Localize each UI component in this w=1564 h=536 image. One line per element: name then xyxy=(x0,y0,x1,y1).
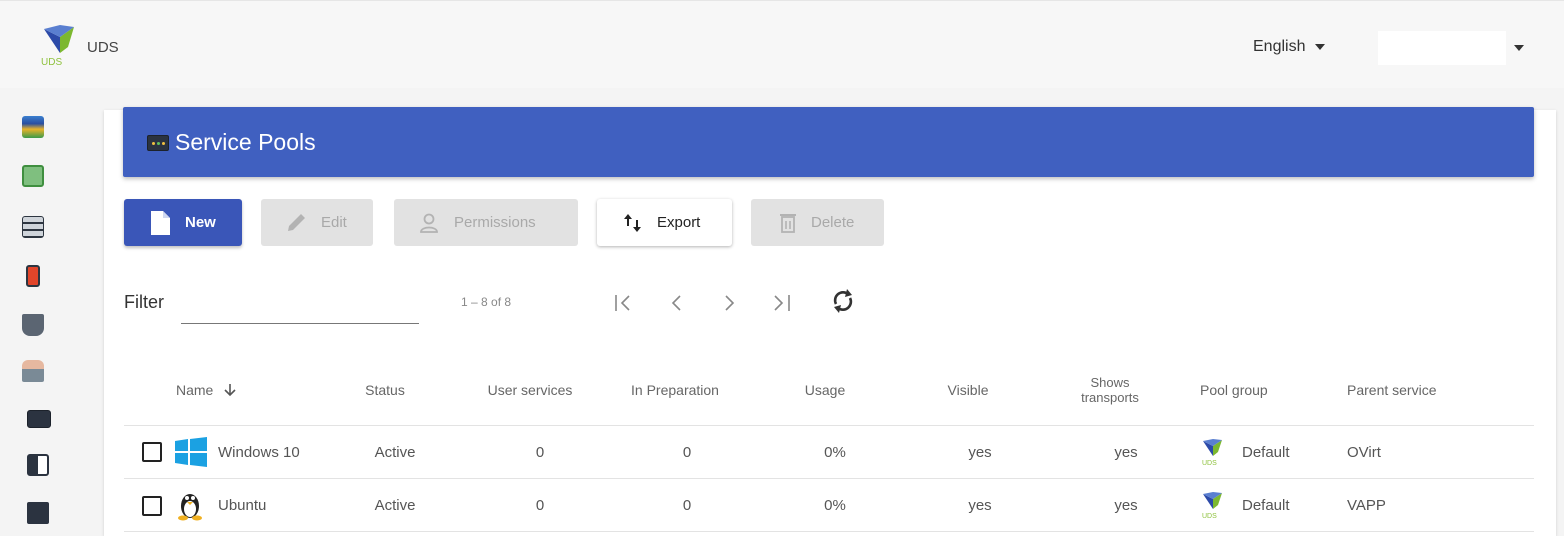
cell-visible: yes xyxy=(968,496,992,514)
trash-icon xyxy=(780,213,796,233)
column-header-parent-service[interactable]: Parent service xyxy=(1347,370,1467,410)
column-header-status-label: Status xyxy=(365,382,405,398)
column-header-usage-label: Usage xyxy=(804,382,846,398)
language-label: English xyxy=(1253,38,1306,55)
column-header-in-preparation[interactable]: In Preparation xyxy=(615,370,735,410)
filter-label: Filter xyxy=(124,292,164,312)
authenticator-icon[interactable] xyxy=(26,265,40,287)
page-title: Service Pools xyxy=(175,129,316,155)
cell-shows-transports: yes xyxy=(1114,496,1138,514)
sort-arrows-icon xyxy=(624,213,641,232)
cell-name[interactable]: Windows 10 xyxy=(218,440,300,464)
column-header-visible[interactable]: Visible xyxy=(930,370,1006,410)
gallery-icon[interactable] xyxy=(22,360,44,382)
column-header-in-preparation-label: In Preparation xyxy=(631,382,719,398)
dashboard-icon[interactable] xyxy=(22,116,44,138)
uds-logo[interactable]: UDS xyxy=(38,23,80,69)
row-checkbox[interactable] xyxy=(142,442,162,462)
column-header-name[interactable]: Name xyxy=(176,370,266,410)
cell-usage: 0% xyxy=(824,496,846,514)
next-page-icon[interactable] xyxy=(714,290,744,316)
windows-icon xyxy=(175,437,207,467)
layout-icon[interactable] xyxy=(27,454,49,476)
user-menu[interactable] xyxy=(1378,31,1528,65)
user-name-field xyxy=(1378,31,1506,65)
person-icon xyxy=(420,213,438,233)
cell-name[interactable]: Ubuntu xyxy=(218,493,266,517)
first-page-icon[interactable] xyxy=(610,290,640,316)
column-header-user-services-label: User services xyxy=(487,382,573,398)
previous-page-icon[interactable] xyxy=(662,290,692,316)
cell-visible: yes xyxy=(968,443,992,461)
edit-button-label: Edit xyxy=(321,214,347,231)
column-header-usage[interactable]: Usage xyxy=(790,370,860,410)
service-pools-icon xyxy=(147,135,169,151)
caret-down-icon xyxy=(1514,45,1524,51)
page-header: Service Pools xyxy=(123,107,1534,177)
folder-icon[interactable] xyxy=(27,502,49,524)
new-button-label: New xyxy=(185,214,216,231)
column-header-name-label: Name xyxy=(176,382,214,398)
language-dropdown[interactable]: English xyxy=(1253,38,1326,56)
arrow-down-icon xyxy=(224,384,236,397)
refresh-icon[interactable] xyxy=(830,288,856,314)
column-header-parent-service-label: Parent service xyxy=(1347,382,1437,398)
cell-in-preparation: 0 xyxy=(682,443,692,461)
export-button[interactable]: Export xyxy=(597,199,732,246)
service-pools-icon[interactable] xyxy=(27,410,51,428)
export-button-label: Export xyxy=(657,214,701,231)
uds-logo-icon: UDS xyxy=(1202,492,1222,519)
permissions-button[interactable]: Permissions xyxy=(394,199,578,246)
pagination-range: 1 – 8 of 8 xyxy=(461,295,512,309)
sidebar xyxy=(0,88,72,536)
column-header-pool-group[interactable]: Pool group xyxy=(1200,370,1300,410)
table-divider xyxy=(124,425,1534,426)
cell-parent-service: VAPP xyxy=(1347,496,1386,514)
cell-user-services: 0 xyxy=(535,443,545,461)
delete-button-label: Delete xyxy=(811,214,855,231)
cell-shows-transports: yes xyxy=(1114,443,1138,461)
last-page-icon[interactable] xyxy=(766,290,796,316)
storage-icon[interactable] xyxy=(22,216,44,238)
cell-usage: 0% xyxy=(824,443,846,461)
permissions-button-label: Permissions xyxy=(454,214,536,231)
edit-button[interactable]: Edit xyxy=(261,199,373,246)
cell-status: Active xyxy=(374,496,416,514)
cell-in-preparation: 0 xyxy=(682,496,692,514)
column-header-shows-label: Shows xyxy=(1090,375,1130,390)
cell-user-services: 0 xyxy=(535,496,545,514)
delete-button[interactable]: Delete xyxy=(751,199,884,246)
column-header-user-services[interactable]: User services xyxy=(470,370,590,410)
uds-logo-icon: UDS xyxy=(1202,439,1222,466)
cell-pool-group: Default xyxy=(1242,443,1290,461)
column-header-pool-group-label: Pool group xyxy=(1200,382,1268,398)
column-header-transports-label: transports xyxy=(1081,390,1139,405)
column-header-shows-transports[interactable]: Shows transports xyxy=(1060,370,1160,410)
caret-down-icon xyxy=(1315,43,1326,50)
cell-pool-group: Default xyxy=(1242,496,1290,514)
cell-parent-service: OVirt xyxy=(1347,443,1381,461)
svg-text:UDS: UDS xyxy=(1202,460,1217,466)
row-checkbox[interactable] xyxy=(142,496,162,516)
file-icon xyxy=(151,210,170,235)
cell-status: Active xyxy=(374,443,416,461)
column-header-visible-label: Visible xyxy=(947,382,989,398)
table-divider xyxy=(124,478,1534,479)
filter-input[interactable] xyxy=(181,290,419,324)
top-bar: UDS UDS English xyxy=(0,0,1564,88)
linux-tux-icon xyxy=(178,494,202,521)
app-title: UDS xyxy=(87,39,119,56)
new-button[interactable]: New xyxy=(124,199,242,246)
table-divider xyxy=(124,531,1534,532)
column-header-status[interactable]: Status xyxy=(350,370,420,410)
network-icon[interactable] xyxy=(22,314,44,336)
svg-text:UDS: UDS xyxy=(41,57,62,68)
pencil-icon xyxy=(288,213,305,231)
services-icon[interactable] xyxy=(22,165,44,187)
svg-text:UDS: UDS xyxy=(1202,513,1217,519)
